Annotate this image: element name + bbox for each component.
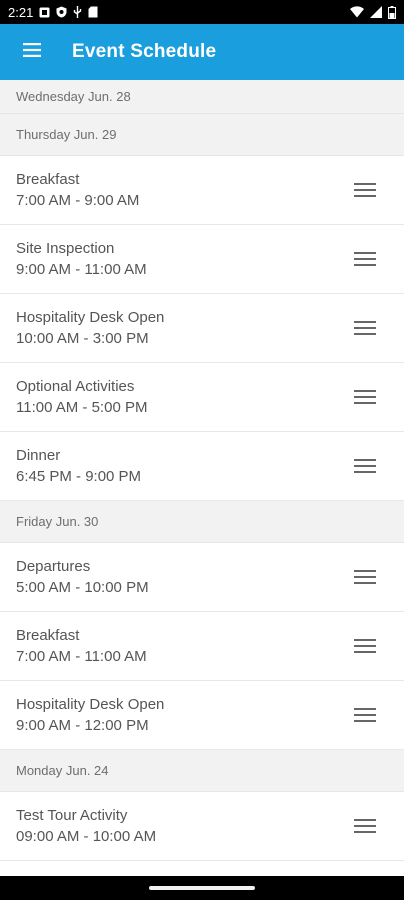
event-item[interactable]: Departures 5:00 AM - 10:00 PM	[0, 543, 404, 612]
wifi-icon	[350, 6, 364, 18]
event-item[interactable]: Dinner 6:45 PM - 9:00 PM	[0, 432, 404, 501]
section-header-friday: Friday Jun. 30	[0, 501, 404, 543]
event-item[interactable]: Test Tour Activity 09:00 AM - 10:00 AM	[0, 792, 404, 861]
event-name: Site Inspection	[16, 239, 115, 257]
status-bar: 2:21	[0, 0, 404, 24]
section-header-wednesday: Wednesday Jun. 28	[0, 80, 404, 114]
event-item[interactable]: Hospitality Desk Open 9:00 AM - 12:00 PM	[0, 681, 404, 750]
section-header-thursday: Thursday Jun. 29	[0, 114, 404, 156]
shield-icon	[56, 6, 67, 18]
section-date: Thursday Jun. 29	[16, 127, 117, 142]
event-name: Hospitality Desk Open	[16, 695, 165, 713]
drag-handle-icon[interactable]	[353, 636, 377, 656]
app-bar: Event Schedule	[0, 24, 404, 80]
event-name: Departures	[16, 557, 91, 575]
event-item[interactable]: Breakfast 7:00 AM - 11:00 AM	[0, 612, 404, 681]
home-gesture-handle[interactable]	[149, 886, 255, 890]
section-date: Friday Jun. 30	[16, 514, 99, 529]
drag-handle-icon[interactable]	[353, 180, 377, 200]
schedule-list[interactable]: Wednesday Jun. 28 Thursday Jun. 29 Break…	[0, 80, 404, 861]
event-time: 10:00 AM - 3:00 PM	[16, 329, 149, 347]
event-name: Dinner	[16, 446, 61, 464]
event-item[interactable]: Site Inspection 9:00 AM - 11:00 AM	[0, 225, 404, 294]
event-item[interactable]: Hospitality Desk Open 10:00 AM - 3:00 PM	[0, 294, 404, 363]
battery-icon	[388, 5, 396, 19]
event-name: Breakfast	[16, 626, 80, 644]
drag-handle-icon[interactable]	[353, 456, 377, 476]
event-time: 6:45 PM - 9:00 PM	[16, 467, 142, 485]
event-time: 11:00 AM - 5:00 PM	[16, 398, 148, 416]
hamburger-icon	[23, 42, 41, 62]
event-name: Optional Activities	[16, 377, 135, 395]
drag-handle-icon[interactable]	[353, 318, 377, 338]
page-title: Event Schedule	[72, 41, 217, 62]
drag-handle-icon[interactable]	[353, 249, 377, 269]
sd-card-icon	[88, 6, 98, 18]
navigation-bar	[0, 876, 404, 900]
square-app-icon	[39, 7, 50, 18]
drag-handle-icon[interactable]	[353, 705, 377, 725]
drag-handle-icon[interactable]	[353, 387, 377, 407]
event-item[interactable]: Breakfast 7:00 AM - 9:00 AM	[0, 156, 404, 225]
signal-icon	[370, 6, 382, 18]
event-time: 9:00 AM - 11:00 AM	[16, 260, 147, 278]
event-item[interactable]: Optional Activities 11:00 AM - 5:00 PM	[0, 363, 404, 432]
event-time: 7:00 AM - 11:00 AM	[16, 647, 147, 665]
event-time: 5:00 AM - 10:00 PM	[16, 578, 149, 596]
event-name: Breakfast	[16, 170, 80, 188]
event-time: 09:00 AM - 10:00 AM	[16, 827, 157, 845]
section-date: Monday Jun. 24	[16, 763, 109, 778]
event-time: 9:00 AM - 12:00 PM	[16, 716, 149, 734]
section-date: Wednesday Jun. 28	[16, 89, 131, 104]
usb-icon	[73, 6, 82, 18]
status-time: 2:21	[8, 4, 34, 20]
section-header-monday: Monday Jun. 24	[0, 750, 404, 792]
event-time: 7:00 AM - 9:00 AM	[16, 191, 140, 209]
event-name: Hospitality Desk Open	[16, 308, 165, 326]
menu-button[interactable]	[12, 32, 52, 72]
drag-handle-icon[interactable]	[353, 567, 377, 587]
drag-handle-icon[interactable]	[353, 816, 377, 836]
event-name: Test Tour Activity	[16, 806, 128, 824]
